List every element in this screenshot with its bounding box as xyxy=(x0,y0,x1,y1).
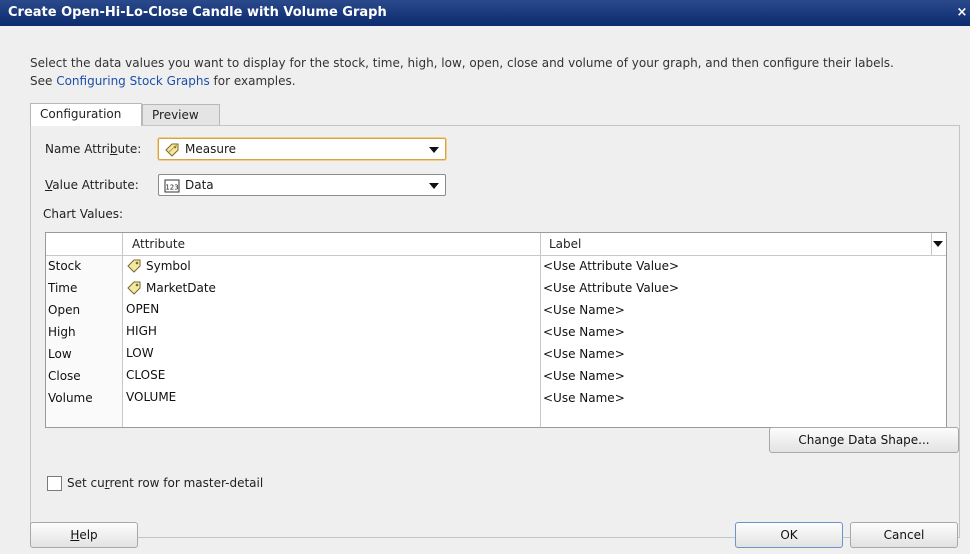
help-button-label: elp xyxy=(79,528,98,542)
master-detail-label: Set current row for master-detail xyxy=(67,476,263,490)
row-label: Volume xyxy=(48,391,93,405)
chevron-down-icon xyxy=(429,147,439,153)
table-row[interactable]: Volume VOLUME <Use Name> xyxy=(46,387,946,409)
ok-button[interactable]: OK xyxy=(735,522,843,548)
instructions-line-2: See Configuring Stock Graphs for example… xyxy=(30,72,960,90)
row-attribute-text: Symbol xyxy=(146,259,191,273)
row-attribute[interactable]: OPEN xyxy=(126,302,159,316)
row-label: High xyxy=(48,325,76,339)
master-detail-label-pre: Set cu xyxy=(67,476,105,490)
tag-icon xyxy=(126,280,142,296)
row-attribute-text: MarketDate xyxy=(146,281,216,295)
row-attribute[interactable]: Symbol xyxy=(126,258,191,274)
instructions-prefix: See xyxy=(30,74,57,88)
column-header-label[interactable]: Label xyxy=(549,237,581,251)
tab-preview[interactable]: Preview xyxy=(142,104,220,125)
value-attribute-value: Data xyxy=(185,178,214,192)
table-row[interactable]: Stock Symbol <Use Attribute Value> xyxy=(46,255,946,277)
dialog-body: Select the data values you want to displ… xyxy=(0,26,970,554)
row-label-value[interactable]: <Use Name> xyxy=(543,347,625,361)
help-button-mnemonic: H xyxy=(70,528,80,542)
svg-text:123: 123 xyxy=(165,184,178,192)
help-button[interactable]: Help xyxy=(30,522,138,548)
tag-icon xyxy=(126,258,142,274)
row-label-value[interactable]: <Use Attribute Value> xyxy=(543,281,679,295)
numeric-123-icon: 123 xyxy=(164,178,180,194)
row-attribute[interactable]: CLOSE xyxy=(126,368,165,382)
master-detail-checkbox[interactable] xyxy=(47,476,62,491)
table-row[interactable]: Open OPEN <Use Name> xyxy=(46,299,946,321)
configuring-stock-graphs-link[interactable]: Configuring Stock Graphs xyxy=(56,74,210,88)
row-attribute[interactable]: HIGH xyxy=(126,324,157,338)
row-label: Low xyxy=(48,347,72,361)
row-label-value[interactable]: <Use Attribute Value> xyxy=(543,259,679,273)
table-row[interactable]: Low LOW <Use Name> xyxy=(46,343,946,365)
column-header-attribute[interactable]: Attribute xyxy=(132,237,185,251)
row-label-value[interactable]: <Use Name> xyxy=(543,391,625,405)
column-menu-icon[interactable] xyxy=(933,241,943,247)
change-data-shape-button[interactable]: Change Data Shape... xyxy=(769,427,959,453)
name-attribute-value: Measure xyxy=(185,142,236,156)
tag-icon xyxy=(164,142,180,158)
row-label-value[interactable]: <Use Name> xyxy=(543,369,625,383)
chart-values-label: Chart Values: xyxy=(43,207,124,221)
value-attribute-label-post: alue Attribute: xyxy=(52,178,139,192)
row-label: Close xyxy=(48,369,81,383)
row-label: Open xyxy=(48,303,81,317)
master-detail-label-post: rent row for master-detail xyxy=(109,476,264,490)
instructions-suffix: for examples. xyxy=(209,74,296,88)
row-attribute[interactable]: MarketDate xyxy=(126,280,216,296)
row-label-value[interactable]: <Use Name> xyxy=(543,325,625,339)
tab-configuration[interactable]: Configuration xyxy=(30,103,142,126)
chevron-down-icon xyxy=(429,183,439,189)
cancel-button[interactable]: Cancel xyxy=(850,522,958,548)
header-divider xyxy=(931,233,932,255)
row-attribute[interactable]: VOLUME xyxy=(126,390,176,404)
row-label-value[interactable]: <Use Name> xyxy=(543,303,625,317)
row-label: Stock xyxy=(48,259,82,273)
instructions: Select the data values you want to displ… xyxy=(30,54,960,90)
table-row[interactable]: Close CLOSE <Use Name> xyxy=(46,365,946,387)
chart-values-table: Attribute Label Stock Symbol <Use Attrib… xyxy=(45,232,947,428)
row-label: Time xyxy=(48,281,78,295)
name-attribute-label: Name Attribute: xyxy=(45,142,141,156)
close-icon[interactable]: × xyxy=(954,2,970,24)
name-attribute-label-pre: Name Attri xyxy=(45,142,110,156)
table-row[interactable]: High HIGH <Use Name> xyxy=(46,321,946,343)
table-row[interactable]: Time MarketDate <Use Attribute Value> xyxy=(46,277,946,299)
table-header: Attribute Label xyxy=(46,233,946,256)
name-attribute-label-post: ute: xyxy=(117,142,142,156)
row-attribute[interactable]: LOW xyxy=(126,346,154,360)
value-attribute-select[interactable]: 123 Data xyxy=(158,174,446,196)
title-bar: Create Open-Hi-Lo-Close Candle with Volu… xyxy=(0,0,970,26)
name-attribute-label-mnemonic: b xyxy=(109,142,118,156)
value-attribute-label: Value Attribute: xyxy=(45,178,139,192)
name-attribute-select[interactable]: Measure xyxy=(158,138,446,160)
dialog-title: Create Open-Hi-Lo-Close Candle with Volu… xyxy=(8,5,387,20)
configuration-panel: Name Attribute: Measure Value Attribute:… xyxy=(30,125,960,538)
instructions-line-1: Select the data values you want to displ… xyxy=(30,56,894,70)
